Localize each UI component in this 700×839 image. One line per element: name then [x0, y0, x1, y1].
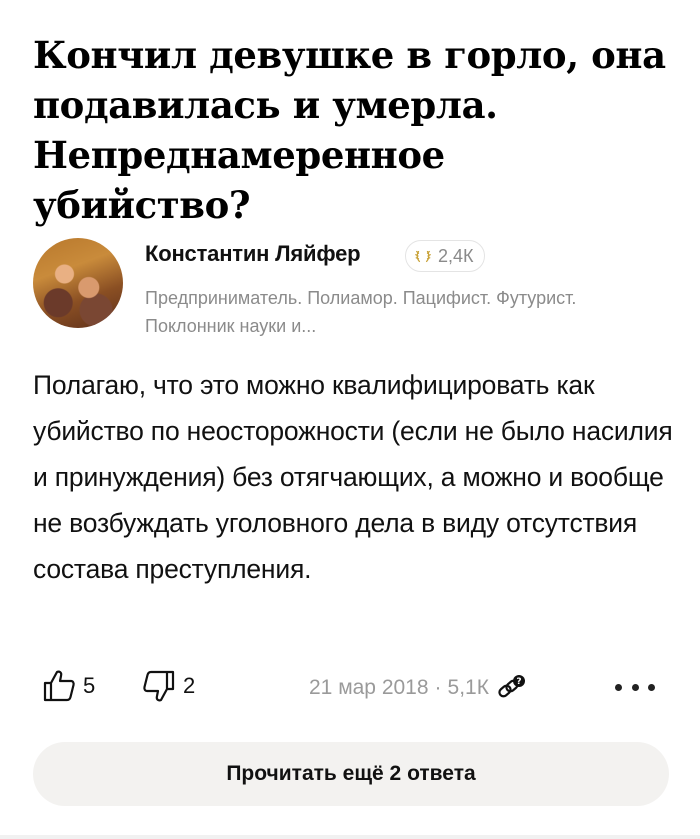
author-name[interactable]: Константин Ляйфер: [145, 241, 361, 267]
upvote-button[interactable]: 5: [41, 668, 95, 704]
link-question-icon[interactable]: ?: [497, 674, 525, 702]
read-more-answers-button[interactable]: Прочитать ещё 2 ответа: [33, 742, 669, 806]
question-title[interactable]: Кончил девушке в горло, она подавилась и…: [33, 30, 673, 230]
upvote-count: 5: [83, 673, 96, 698]
answer-meta: 21 мар 2018 · 5,1К ?: [309, 674, 525, 702]
laurel-icon: [415, 250, 431, 263]
svg-text:?: ?: [516, 677, 521, 687]
answer-actions: 5 2 21 мар 2018 · 5,1К ?: [33, 668, 673, 708]
answer-date: 21 мар 2018: [309, 676, 429, 699]
view-count: 5,1К: [447, 676, 489, 699]
divider: [0, 835, 700, 839]
avatar[interactable]: [33, 238, 123, 328]
answer-text: Полагаю, что это можно квалифицировать к…: [33, 370, 673, 584]
downvote-button[interactable]: 2: [141, 668, 195, 704]
author-card: Константин Ляйфер 2,4К Предприниматель. …: [33, 236, 673, 346]
karma-badge[interactable]: 2,4К: [405, 240, 485, 272]
author-bio: Предприниматель. Полиамор. Пацифист. Фут…: [145, 288, 577, 336]
thumbs-down-icon: [143, 670, 175, 702]
thumbs-up-icon: [43, 670, 75, 702]
karma-value: 2,4К: [438, 245, 474, 266]
more-dots-icon[interactable]: [615, 672, 655, 702]
meta-separator: ·: [434, 676, 442, 699]
downvote-count: 2: [183, 673, 196, 698]
